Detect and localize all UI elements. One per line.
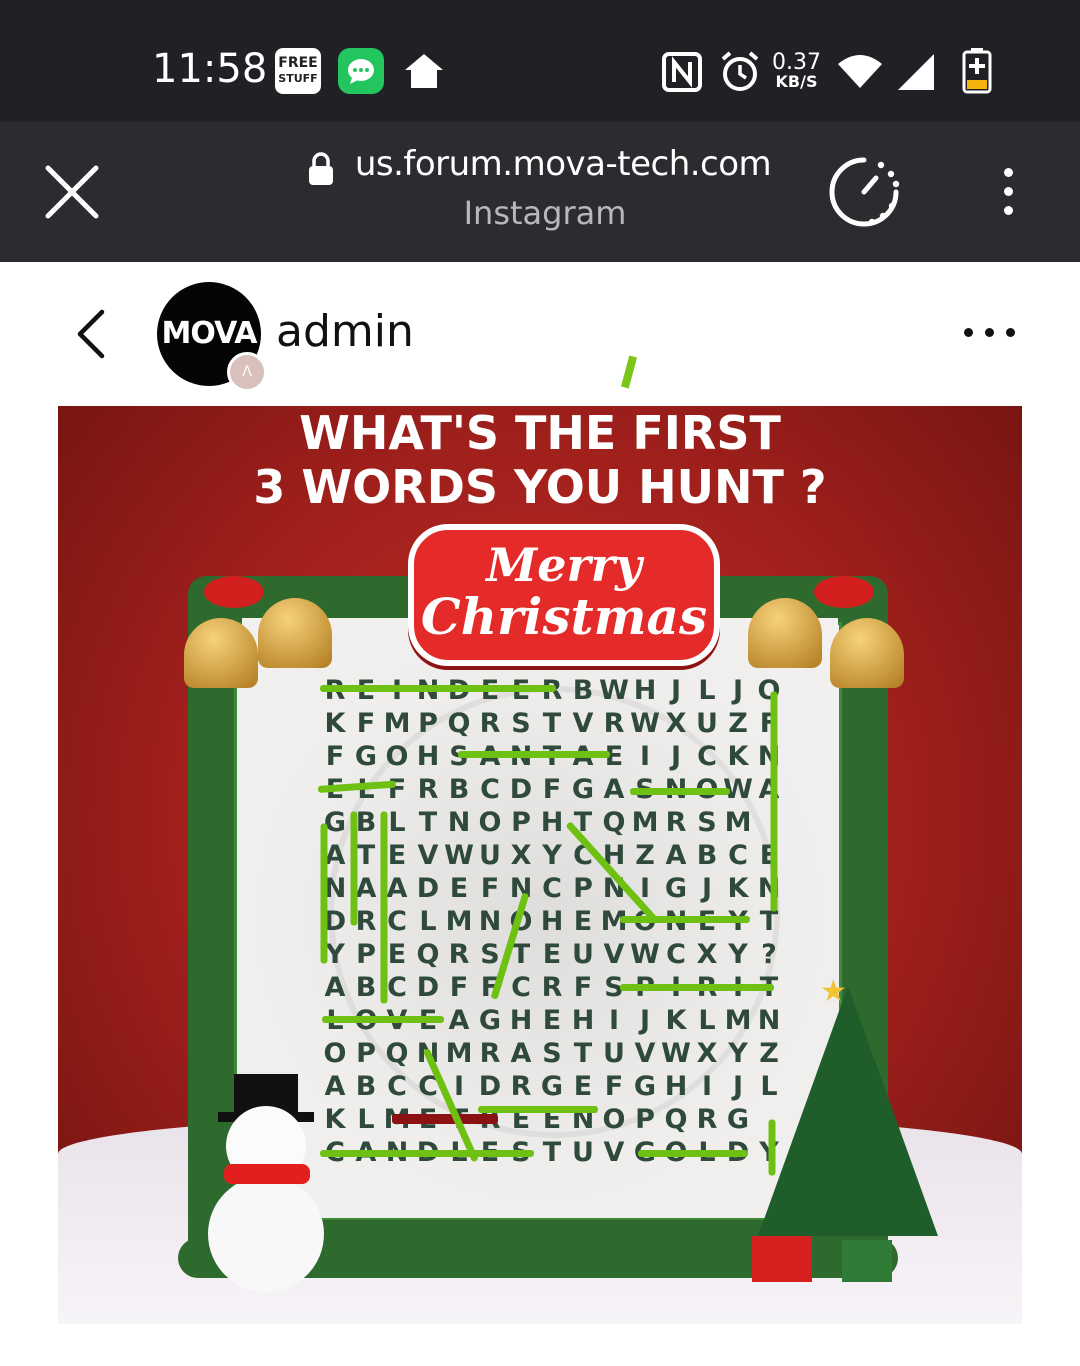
bell-icon bbox=[184, 618, 258, 688]
christmas-tree bbox=[758, 986, 938, 1236]
word-highlight bbox=[320, 1150, 534, 1157]
grid-row: Y P E Q R S T E U V W C X Y? bbox=[325, 939, 777, 970]
word-highlight bbox=[322, 1016, 444, 1023]
post-image[interactable]: WHAT'S THE FIRST 3 WORDS YOU HUNT ? Merr… bbox=[58, 406, 1022, 1324]
free-stuff-app-icon: FREE STUFF bbox=[275, 48, 321, 94]
post-username[interactable]: admin bbox=[276, 306, 414, 357]
snowman-body bbox=[208, 1176, 324, 1292]
home-icon bbox=[401, 50, 447, 94]
bow-icon bbox=[204, 576, 264, 608]
network-speed-unit: KB/S bbox=[775, 72, 818, 91]
dot-icon bbox=[985, 328, 994, 337]
headline-line-1: WHAT'S THE FIRST bbox=[299, 406, 781, 460]
battery-icon bbox=[962, 48, 992, 98]
word-highlight bbox=[630, 788, 730, 795]
snowman-scarf bbox=[224, 1164, 310, 1184]
page-url[interactable]: us.forum.mova-tech.com bbox=[300, 144, 790, 184]
grid-row: ABCCIDRGEFGHIJL bbox=[324, 1071, 778, 1102]
network-speed-value: 0.37 bbox=[772, 50, 821, 75]
nfc-icon bbox=[662, 52, 702, 96]
star-icon: ★ bbox=[820, 974, 847, 1009]
word-highlight bbox=[350, 811, 358, 926]
word-highlight bbox=[638, 1150, 748, 1157]
timer-icon bbox=[829, 157, 900, 227]
bell-icon bbox=[830, 618, 904, 688]
lock-icon bbox=[309, 152, 333, 185]
cell-signal-icon bbox=[896, 52, 938, 96]
avatar[interactable]: MOVA Λ bbox=[157, 282, 267, 392]
word-highlight bbox=[380, 811, 388, 1004]
word-highlight bbox=[320, 823, 328, 964]
alarm-icon bbox=[718, 50, 762, 98]
status-time: 11:58 bbox=[152, 46, 268, 92]
merry-christmas-banner: Merry Christmas bbox=[408, 524, 720, 666]
grid-row: OPQNMRASTUVWXYZ bbox=[323, 1038, 779, 1069]
stray-highlight-mark bbox=[620, 355, 638, 389]
dot-icon bbox=[964, 328, 973, 337]
grid-row: GBLTNOPHTQMRSM bbox=[323, 807, 752, 838]
wifi-icon bbox=[836, 52, 884, 94]
menu-dot-icon bbox=[1003, 187, 1013, 196]
grid-row: NAADEFNCPNIGJKN bbox=[323, 873, 781, 904]
browser-menu-button[interactable] bbox=[990, 162, 1026, 222]
word-highlight bbox=[620, 984, 774, 991]
word-highlight-red bbox=[392, 1114, 498, 1124]
dot-icon bbox=[1006, 328, 1015, 337]
word-highlight bbox=[770, 691, 778, 912]
network-speed: 0.37 KB/S bbox=[772, 52, 821, 90]
word-highlight bbox=[620, 916, 750, 923]
banner-line-2: Christmas bbox=[420, 587, 708, 646]
back-button[interactable] bbox=[66, 304, 116, 368]
menu-dot-icon bbox=[1003, 206, 1013, 215]
word-highlight bbox=[458, 751, 610, 758]
gift-box-icon bbox=[842, 1240, 892, 1282]
chevron-left-icon bbox=[77, 309, 105, 359]
free-stuff-label-1: FREE bbox=[278, 55, 318, 71]
post-options-button[interactable] bbox=[958, 322, 1021, 342]
poster-headline: WHAT'S THE FIRST 3 WORDS YOU HUNT ? bbox=[58, 406, 1022, 514]
grid-row: ATEVWUXYCHZABCE bbox=[324, 840, 779, 871]
reading-timer-button[interactable] bbox=[826, 154, 902, 234]
grid-row: KFMPQRSTVRWXUZF bbox=[324, 708, 779, 739]
word-highlight bbox=[478, 1106, 598, 1113]
gift-box-icon bbox=[752, 1236, 812, 1282]
close-icon bbox=[45, 165, 99, 219]
browser-toolbar: us.forum.mova-tech.com Instagram bbox=[0, 122, 1080, 262]
free-stuff-label-2: STUFF bbox=[278, 72, 318, 85]
page-source-subtitle: Instagram bbox=[463, 194, 627, 232]
verified-badge-icon: Λ bbox=[227, 352, 267, 392]
word-highlight bbox=[320, 685, 556, 692]
bell-icon bbox=[258, 598, 332, 668]
headline-line-2: 3 WORDS YOU HUNT ? bbox=[253, 460, 827, 514]
close-button[interactable] bbox=[40, 160, 104, 224]
address-area[interactable]: us.forum.mova-tech.com Instagram bbox=[300, 144, 790, 232]
status-bar: 11:58 FREE STUFF 0.37 KB/S bbox=[0, 0, 1080, 122]
menu-dot-icon bbox=[1003, 168, 1013, 177]
message-app-icon bbox=[338, 48, 384, 94]
bow-icon bbox=[814, 576, 874, 608]
banner-line-1: Merry bbox=[486, 538, 642, 592]
bell-icon bbox=[748, 598, 822, 668]
